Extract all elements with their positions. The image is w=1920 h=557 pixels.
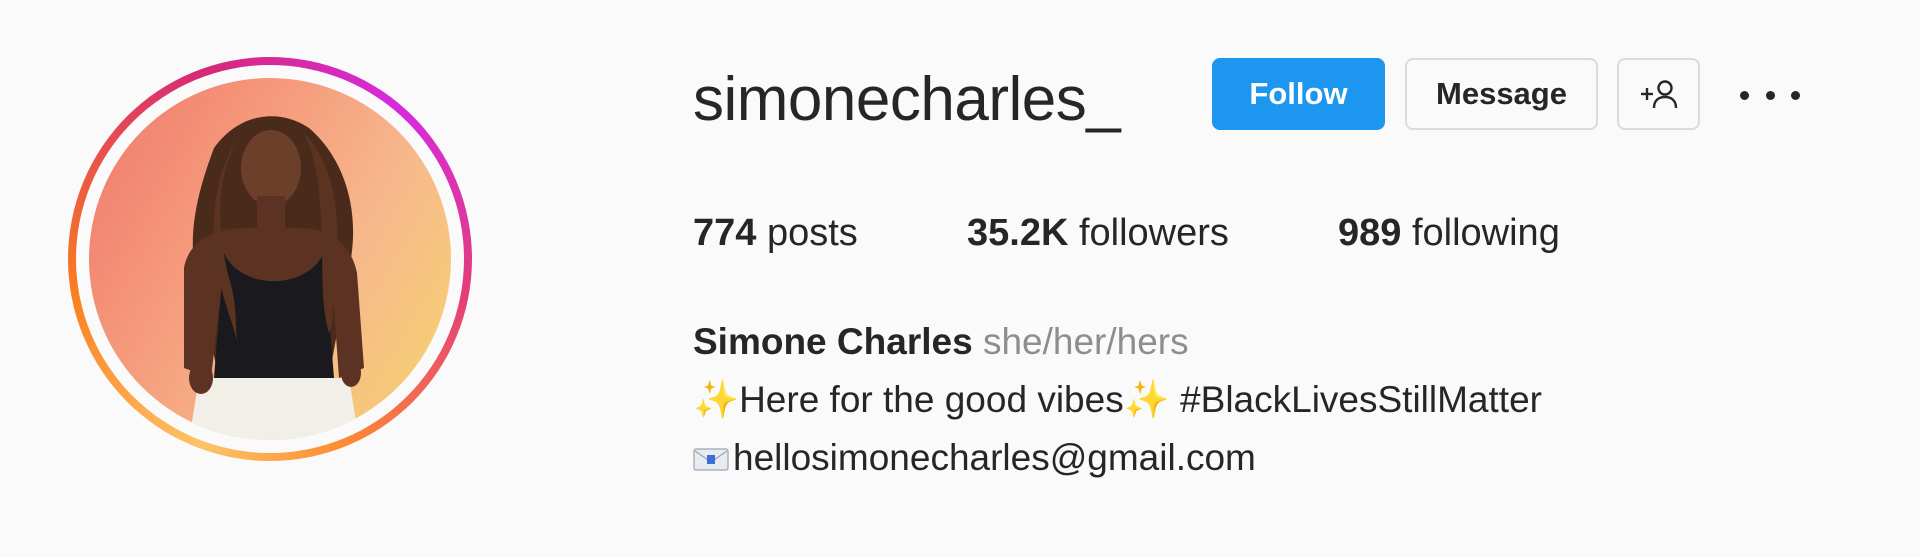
person-photo-illustration bbox=[184, 116, 364, 440]
sparkles-icon: ✨ bbox=[693, 379, 740, 420]
sparkles-icon: ✨ bbox=[1123, 379, 1170, 420]
more-dot bbox=[1765, 90, 1775, 100]
profile-bio: Simone Charles she/her/hers ✨Here for th… bbox=[693, 313, 1542, 487]
following-stat[interactable]: 989 following bbox=[1338, 208, 1560, 258]
more-options-icon[interactable] bbox=[1740, 78, 1800, 112]
bio-email[interactable]: hellosimonecharles@gmail.com bbox=[733, 437, 1256, 478]
followers-label: followers bbox=[1068, 212, 1229, 254]
posts-count: 774 bbox=[693, 212, 757, 254]
more-dot bbox=[1791, 90, 1800, 100]
pronouns: she/her/hers bbox=[982, 321, 1189, 362]
message-button[interactable]: Message bbox=[1405, 58, 1598, 130]
profile-avatar-story-ring[interactable] bbox=[68, 57, 472, 461]
suggest-similar-button[interactable] bbox=[1617, 58, 1700, 130]
envelope-emoji-icon bbox=[693, 448, 729, 471]
full-name: Simone Charles bbox=[693, 321, 973, 362]
following-count: 989 bbox=[1338, 212, 1402, 254]
hashtag-link[interactable]: #BlackLivesStillMatter bbox=[1170, 379, 1542, 420]
more-dot bbox=[1740, 90, 1749, 100]
bio-tagline: ✨Here for the good vibes✨ #BlackLivesSti… bbox=[693, 371, 1542, 429]
follow-button[interactable]: Follow bbox=[1212, 58, 1385, 130]
profile-header: simonecharles_ Follow Message 774 posts … bbox=[0, 0, 1920, 557]
bio-tagline-text: Here for the good vibes bbox=[739, 379, 1124, 420]
posts-stat: 774 posts bbox=[693, 208, 858, 258]
profile-username: simonecharles_ bbox=[693, 65, 1121, 134]
bio-name-line: Simone Charles she/her/hers bbox=[693, 313, 1542, 371]
following-label: following bbox=[1401, 212, 1560, 254]
followers-stat[interactable]: 35.2K followers bbox=[967, 208, 1229, 258]
add-person-icon bbox=[1640, 80, 1677, 109]
avatar-photo bbox=[89, 78, 451, 440]
posts-label: posts bbox=[756, 212, 858, 254]
followers-count: 35.2K bbox=[967, 212, 1069, 254]
bio-email-line: hellosimonecharles@gmail.com bbox=[693, 429, 1542, 487]
